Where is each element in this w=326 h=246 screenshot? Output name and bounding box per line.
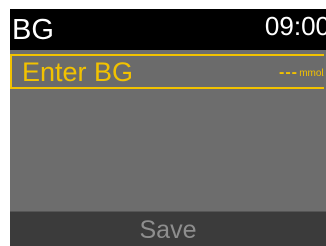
bg-value: ---: [279, 64, 298, 81]
clock-time: 09:00: [264, 11, 326, 41]
enter-bg-row[interactable]: Enter BG --- mmol/L: [10, 54, 324, 89]
content-area: [10, 91, 326, 209]
save-label: Save: [139, 216, 197, 244]
device-screen: BG 09:00 Enter BG --- mmol/L Save: [10, 9, 326, 246]
enter-bg-label: Enter BG: [22, 57, 134, 87]
save-button[interactable]: Save: [10, 211, 326, 246]
bg-unit: mmol/L: [299, 68, 324, 79]
screen-title: BG: [12, 14, 54, 46]
title-bar: BG 09:00: [10, 9, 326, 50]
